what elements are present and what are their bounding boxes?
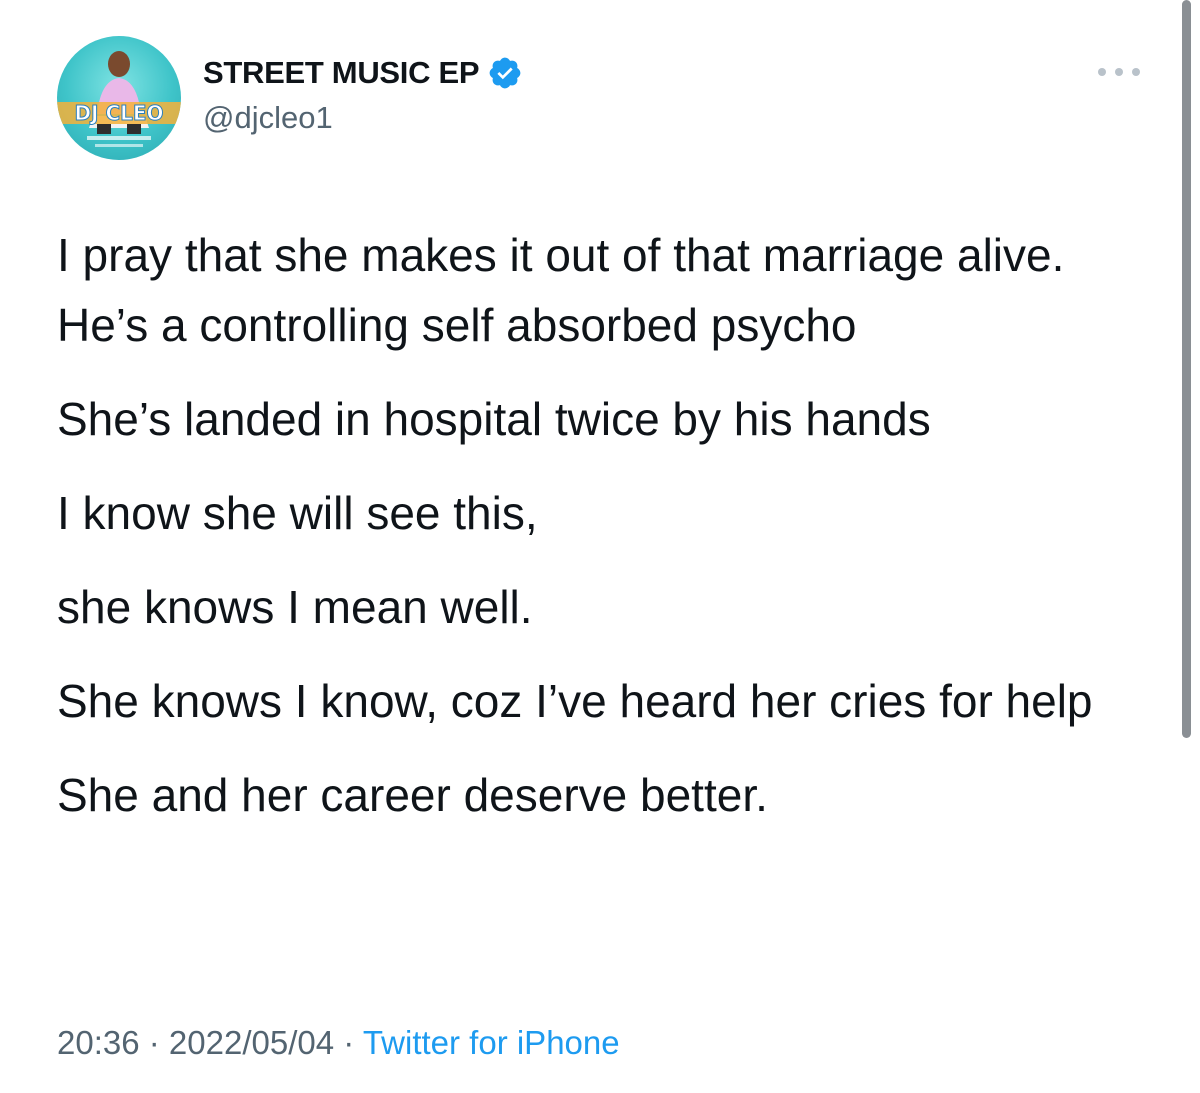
tweet-line: I pray that she makes it out of that mar… (57, 229, 1065, 281)
tweet-line: she knows I mean well. (57, 581, 533, 633)
tweet-line: I know she will see this, (57, 487, 538, 539)
tweet-line: He’s a controlling self absorbed psycho (57, 299, 857, 351)
tweet-line: She’s landed in hospital twice by his ha… (57, 393, 931, 445)
meta-separator: · (334, 1024, 363, 1061)
tweet-text: I pray that she makes it out of that mar… (57, 220, 1157, 854)
avatar-logo-text: DJ CLEO (74, 101, 163, 125)
tweet-time[interactable]: 20:36 (57, 1024, 140, 1061)
more-options-icon[interactable] (1098, 60, 1140, 84)
scrollbar[interactable] (1182, 0, 1191, 738)
author-display-name[interactable]: STREET MUSIC EP (203, 55, 480, 91)
tweet-detail: DJ CLEO STREET MUSIC EP @djcleo1 I pray … (0, 0, 1200, 1093)
tweet-date[interactable]: 2022/05/04 (169, 1024, 334, 1061)
author-handle[interactable]: @djcleo1 (203, 100, 333, 136)
tweet-metadata: 20:36 · 2022/05/04 · Twitter for iPhone (57, 1024, 620, 1062)
tweet-line: She knows I know, coz I’ve heard her cri… (57, 675, 1093, 727)
tweet-source-link[interactable]: Twitter for iPhone (363, 1024, 620, 1061)
author-name-row[interactable]: STREET MUSIC EP (203, 52, 523, 94)
verified-badge-icon (487, 55, 523, 91)
avatar[interactable]: DJ CLEO (57, 36, 181, 160)
tweet-line: She and her career deserve better. (57, 769, 768, 821)
meta-separator: · (139, 1024, 169, 1061)
